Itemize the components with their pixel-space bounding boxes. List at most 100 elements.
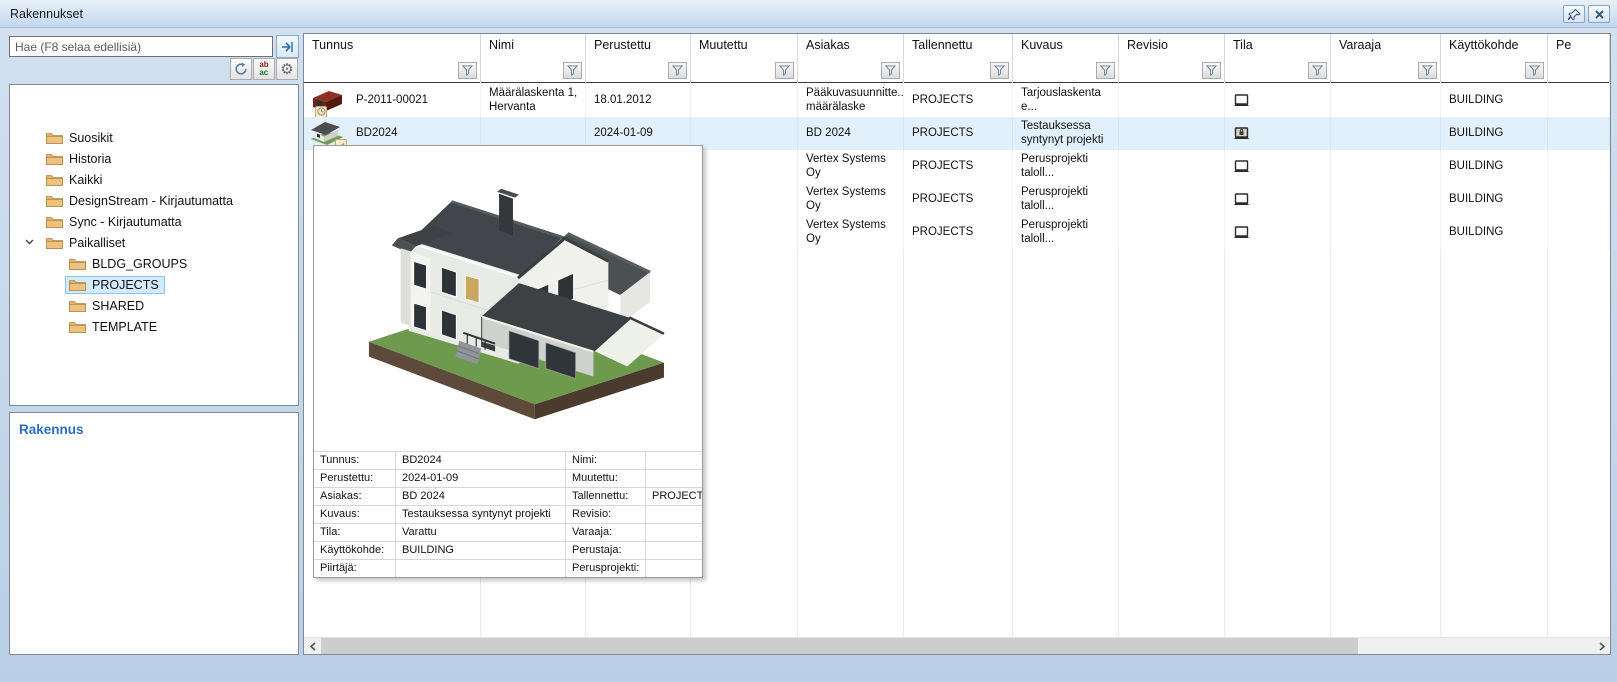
pin-icon	[1568, 9, 1581, 20]
filter-funnel-icon[interactable]	[775, 62, 794, 79]
cell-muutettu	[691, 216, 798, 249]
filter-funnel-icon[interactable]	[881, 62, 900, 79]
filter-funnel-icon[interactable]	[1202, 62, 1221, 79]
tree-item-suosikit[interactable]: Suosikit	[10, 127, 298, 148]
cell-kuvaus: Tarjouslaskenta e...	[1013, 84, 1119, 117]
rename-replace-button[interactable]: ab ac	[253, 58, 275, 80]
table-row[interactable]: P-2011-00021 Määrälaskenta 1, Hervanta 1…	[304, 84, 1610, 117]
tree-item-label: Suosikit	[69, 131, 113, 145]
column-header-varaaja[interactable]: Varaaja	[1331, 34, 1441, 83]
column-header-tila[interactable]: Tila	[1225, 34, 1331, 83]
tooltip-row: Tunnus: BD2024 Nimi:	[314, 451, 702, 469]
settings-button[interactable]: ⚙	[276, 58, 298, 80]
tree-item-designstream[interactable]: DesignStream - Kirjautumatta	[10, 190, 298, 211]
scrollbar-thumb[interactable]	[321, 638, 1358, 655]
window-title: Rakennukset	[10, 7, 83, 21]
tree-item-paikalliset[interactable]: Paikalliset	[10, 232, 298, 253]
column-header-tallennettu[interactable]: Tallennettu	[904, 34, 1013, 83]
close-icon	[1595, 10, 1604, 19]
pin-window-button[interactable]	[1563, 5, 1585, 23]
scroll-left-arrow-icon[interactable]	[304, 638, 321, 655]
filter-funnel-icon[interactable]	[1096, 62, 1115, 79]
folder-icon	[46, 152, 63, 165]
tree-item-label: BLDG_GROUPS	[92, 257, 187, 271]
scroll-right-arrow-icon[interactable]	[1593, 638, 1610, 655]
folder-icon	[69, 278, 86, 291]
column-header-nimi[interactable]: Nimi	[481, 34, 586, 83]
column-header-kayttokohde[interactable]: Käyttökohde	[1441, 34, 1548, 83]
filter-funnel-icon[interactable]	[563, 62, 582, 79]
column-header-muutettu[interactable]: Muutettu	[691, 34, 798, 83]
tree-item-shared[interactable]: SHARED	[10, 295, 298, 316]
cell-tila	[1225, 84, 1331, 117]
cell-muutettu	[691, 150, 798, 183]
cell-tila	[1225, 117, 1331, 150]
folder-icon	[69, 320, 86, 333]
folder-tree: Suosikit Historia Kaikki DesignStream - …	[9, 84, 299, 406]
replace-text-icon: ab ac	[259, 61, 268, 77]
table-header: Tunnus Nimi Perustettu Muutettu Asiakas …	[304, 34, 1610, 83]
cell-tila	[1225, 183, 1331, 216]
column-header-tunnus[interactable]: Tunnus	[304, 34, 481, 83]
horizontal-scrollbar[interactable]	[304, 637, 1610, 654]
details-panel-title: Rakennus	[19, 422, 84, 437]
tree-item-label: PROJECTS	[92, 278, 159, 292]
laptop-icon	[1233, 160, 1250, 174]
cell-pe	[1548, 84, 1610, 117]
column-header-perustettu[interactable]: Perustettu	[586, 34, 691, 83]
chevron-down-icon[interactable]	[25, 239, 34, 245]
tree-item-template[interactable]: TEMPLATE	[10, 316, 298, 337]
filter-funnel-icon[interactable]	[1308, 62, 1327, 79]
laptop-icon	[1233, 226, 1250, 240]
cell-pe	[1548, 150, 1610, 183]
tree-item-kaikki[interactable]: Kaikki	[10, 169, 298, 190]
refresh-button[interactable]	[230, 58, 252, 80]
column-header-asiakas[interactable]: Asiakas	[798, 34, 904, 83]
cell-kayttokohde: BUILDING	[1441, 183, 1548, 216]
tree-item-label: TEMPLATE	[92, 320, 157, 334]
building-details-panel: Rakennus	[9, 412, 299, 655]
refresh-icon	[234, 62, 248, 76]
cell-tallennettu: PROJECTS	[904, 216, 1013, 249]
cell-varaaja	[1331, 216, 1441, 249]
cell-muutettu	[691, 183, 798, 216]
building-preview-tooltip: Tunnus: BD2024 Nimi: Perustettu: 2024-01…	[313, 145, 703, 578]
column-header-revisio[interactable]: Revisio	[1119, 34, 1225, 83]
tree-item-label: Kaikki	[69, 173, 102, 187]
cell-perustettu: 18.01.2012	[586, 84, 691, 117]
cell-revisio	[1119, 183, 1225, 216]
cell-tunnus: P-2011-00021	[356, 94, 428, 107]
cell-varaaja	[1331, 84, 1441, 117]
filter-funnel-icon[interactable]	[458, 62, 477, 79]
cell-tallennettu: PROJECTS	[904, 183, 1013, 216]
filter-funnel-icon[interactable]	[1418, 62, 1437, 79]
cell-tallennettu: PROJECTS	[904, 117, 1013, 150]
folder-icon	[69, 299, 86, 312]
cell-kayttokohde: BUILDING	[1441, 117, 1548, 150]
search-input[interactable]	[9, 36, 273, 57]
tooltip-row: Perustettu: 2024-01-09 Muutettu:	[314, 469, 702, 487]
tree-item-sync[interactable]: Sync - Kirjautumatta	[10, 211, 298, 232]
filter-funnel-icon[interactable]	[668, 62, 687, 79]
cell-muutettu	[691, 84, 798, 117]
search-go-button[interactable]	[276, 35, 299, 58]
close-window-button[interactable]	[1588, 5, 1610, 23]
cell-varaaja	[1331, 183, 1441, 216]
cell-revisio	[1119, 150, 1225, 183]
filter-funnel-icon[interactable]	[1525, 62, 1544, 79]
folder-icon	[46, 236, 63, 249]
tree-item-bldg-groups[interactable]: BLDG_GROUPS	[10, 253, 298, 274]
folder-icon	[46, 173, 63, 186]
filter-funnel-icon[interactable]	[990, 62, 1009, 79]
cell-tila	[1225, 150, 1331, 183]
cell-tallennettu: PROJECTS	[904, 84, 1013, 117]
cell-kuvaus: Testauksessa syntynyt projekti	[1013, 117, 1119, 150]
tree-item-projects[interactable]: PROJECTS	[10, 274, 298, 295]
tooltip-row: Piirtäjä: Perusprojekti:	[314, 559, 702, 577]
column-header-pe[interactable]: Pe	[1548, 34, 1610, 83]
tree-item-historia[interactable]: Historia	[10, 148, 298, 169]
tree-item-label: Paikalliset	[69, 236, 125, 250]
column-header-kuvaus[interactable]: Kuvaus	[1013, 34, 1119, 83]
gear-icon: ⚙	[280, 62, 293, 77]
arrow-right-icon	[281, 41, 295, 53]
